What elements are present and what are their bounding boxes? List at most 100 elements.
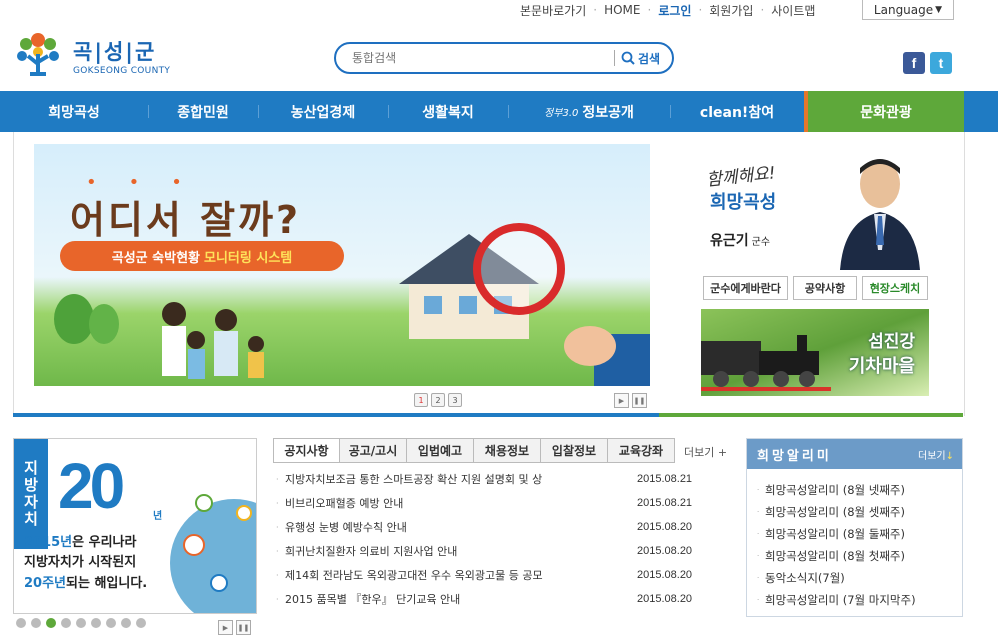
family-illustration <box>162 302 264 379</box>
promo-dot[interactable] <box>106 618 116 628</box>
train-text: 섬진강 기차마을 <box>849 327 915 378</box>
train-village-banner[interactable]: 섬진강 기차마을 <box>701 309 929 396</box>
promo-dot-active[interactable] <box>46 618 56 628</box>
governor-photo <box>840 159 920 270</box>
promo-line-1-rest: 은 우리나라 <box>72 535 137 550</box>
play-icon[interactable]: ▶ <box>218 620 233 635</box>
search-input[interactable] <box>350 50 614 66</box>
county-logo-icon[interactable] <box>14 26 62 78</box>
list-item[interactable]: · 희귀난치질환자 의료비 지원사업 안내 2015.08.20 <box>276 539 696 563</box>
promo-dot[interactable] <box>121 618 131 628</box>
promo-dot[interactable] <box>31 618 41 628</box>
nav-item-economy[interactable]: 농산업경제 <box>258 91 388 132</box>
home-link[interactable]: HOME <box>604 3 640 17</box>
twitter-icon[interactable]: t <box>930 52 952 74</box>
banner-controls: ▶ ❚❚ <box>614 393 647 408</box>
notice-date: 2015.08.20 <box>637 521 693 533</box>
main-nav: 희망곡성 종합민원 농산업경제 생활복지 정부3.0 정보공개 clean!참여… <box>0 91 998 132</box>
list-item[interactable]: · 동악소식지(7월) <box>757 567 962 589</box>
banner-page-1[interactable]: 1 <box>414 393 428 407</box>
promo-char: 지 <box>24 459 38 477</box>
hope-alarm-more-link[interactable]: 더보기↓ <box>918 447 954 462</box>
pledges-button[interactable]: 공약사항 <box>793 276 857 300</box>
promo-banner[interactable]: 지 방 자 치 20 년 2015년은 우리나라 지방자치가 시작된지 20주년… <box>13 438 257 614</box>
tree-graphic <box>54 294 94 344</box>
hope-alarm-box: 희망알리미 더보기↓ · 희망곡성알리미 (8월 넷째주) · 희망곡성알리미 (8… <box>746 438 963 617</box>
promo-dot[interactable] <box>136 618 146 628</box>
field-sketch-button[interactable]: 현장스케치 <box>862 276 928 300</box>
search-button[interactable]: 검색 <box>621 50 660 67</box>
login-link[interactable]: 로그인 <box>658 2 691 19</box>
notice-tabs: 공지사항 공고/고시 입법예고 채용정보 입찰정보 교육강좌 <box>273 438 675 463</box>
notice-more-link[interactable]: 더보기 + <box>684 444 727 460</box>
county-name-ko[interactable]: 곡|성|군 <box>73 36 156 66</box>
list-item[interactable]: · 희망곡성알리미 (8월 둘째주) <box>757 523 962 545</box>
alarm-title: 희망곡성알리미 (8월 넷째주) <box>765 483 905 497</box>
list-item[interactable]: · 희망곡성알리미 (7월 마지막주) <box>757 589 962 611</box>
skip-to-content-link[interactable]: 본문바로가기 <box>520 2 586 19</box>
alarm-title: 희망곡성알리미 (8월 첫째주) <box>765 549 905 563</box>
tab-legislation[interactable]: 입법예고 <box>407 438 474 463</box>
governor-name: 유근기 <box>710 233 749 249</box>
county-name-en: GOKSEONG COUNTY <box>73 66 171 76</box>
promo-line-1: 2015년은 우리나라 <box>24 531 136 550</box>
notice-date: 2015.08.21 <box>637 473 693 485</box>
sitemap-link[interactable]: 사이트맵 <box>771 2 815 19</box>
list-item[interactable]: · 제14회 전라남도 옥외광고대전 우수 옥외광고물 등 공모 2015.08.2… <box>276 563 696 587</box>
list-item[interactable]: · 2015 품목별 『한우』 단기교육 안내 2015.08.20 <box>276 587 696 611</box>
nav-item-welfare[interactable]: 생활복지 <box>388 91 508 132</box>
notice-list: · 지방자치보조금 통한 스마트공장 확산 지원 설명회 및 상 2015.08.2… <box>276 467 696 611</box>
bullet-icon: · <box>757 574 760 582</box>
tab-recruit[interactable]: 채용정보 <box>474 438 541 463</box>
promo-line-3-accent: 20주년 <box>24 576 67 591</box>
tab-notice[interactable]: 공지사항 <box>273 438 340 463</box>
pause-icon[interactable]: ❚❚ <box>632 393 647 408</box>
separator: · <box>647 3 652 17</box>
banner-pill: 곡성군 숙박현황 모니터링 시스템 <box>60 241 344 271</box>
promo-dot[interactable] <box>61 618 71 628</box>
promo-dot[interactable] <box>91 618 101 628</box>
banner-page-2[interactable]: 2 <box>431 393 445 407</box>
notice-date: 2015.08.20 <box>637 545 693 557</box>
ask-governor-button[interactable]: 군수에게바란다 <box>703 276 788 300</box>
nav-item-hope[interactable]: 희망곡성 <box>0 91 148 132</box>
notice-title: 희귀난치질환자 의료비 지원사업 안내 <box>285 545 458 558</box>
notice-date: 2015.08.21 <box>637 497 693 509</box>
promo-suffix: 년 <box>153 511 163 522</box>
join-link[interactable]: 회원가입 <box>709 2 753 19</box>
list-item[interactable]: · 지방자치보조금 통한 스마트공장 확산 지원 설명회 및 상 2015.08.2… <box>276 467 696 491</box>
nav-item-civil[interactable]: 종합민원 <box>148 91 258 132</box>
banner-page-3[interactable]: 3 <box>448 393 462 407</box>
promo-dot[interactable] <box>16 618 26 628</box>
bullet-icon: · <box>276 498 279 508</box>
promo-controls: ▶ ❚❚ <box>218 620 251 635</box>
governor-box[interactable]: 함께해요! 희망곡성 유근기 군수 <box>700 148 938 270</box>
utility-bar: 본문바로가기 · HOME · 로그인 · 회원가입 · 사이트맵 <box>520 0 815 20</box>
nav-item-info[interactable]: 정부3.0 정보공개 <box>508 91 670 132</box>
list-item[interactable]: · 비브리오패혈증 예방 안내 2015.08.21 <box>276 491 696 515</box>
bullet-icon: · <box>757 508 760 516</box>
list-item[interactable]: · 유행성 눈병 예방수칙 안내 2015.08.20 <box>276 515 696 539</box>
promo-graphic <box>170 494 256 613</box>
tab-announcement[interactable]: 공고/고시 <box>340 438 407 463</box>
list-item[interactable]: · 희망곡성알리미 (8월 셋째주) <box>757 501 962 523</box>
play-icon[interactable]: ▶ <box>614 393 629 408</box>
promo-char: 치 <box>24 510 38 528</box>
alarm-title: 동악소식지(7월) <box>765 571 845 585</box>
tab-education[interactable]: 교육강좌 <box>608 438 675 463</box>
promo-dot[interactable] <box>76 618 86 628</box>
language-select[interactable]: Language ▼ <box>862 0 954 20</box>
tab-bid[interactable]: 입찰정보 <box>541 438 608 463</box>
search-button-label: 검색 <box>638 51 661 66</box>
nav-item-culture[interactable]: 문화관광 <box>808 91 964 132</box>
nav-item-participate[interactable]: clean!참여 <box>670 91 804 132</box>
main-banner[interactable]: ••• 어디서 잘까? 곡성군 숙박현황 모니터링 시스템 <box>34 144 650 386</box>
facebook-icon[interactable]: f <box>903 52 925 74</box>
pause-icon[interactable]: ❚❚ <box>236 620 251 635</box>
promo-char: 방 <box>24 476 38 494</box>
train-illustration <box>701 335 831 391</box>
list-item[interactable]: · 희망곡성알리미 (8월 넷째주) <box>757 479 962 501</box>
hand-illustration <box>564 326 650 386</box>
arrow-down-icon: ↓ <box>945 450 954 462</box>
list-item[interactable]: · 희망곡성알리미 (8월 첫째주) <box>757 545 962 567</box>
